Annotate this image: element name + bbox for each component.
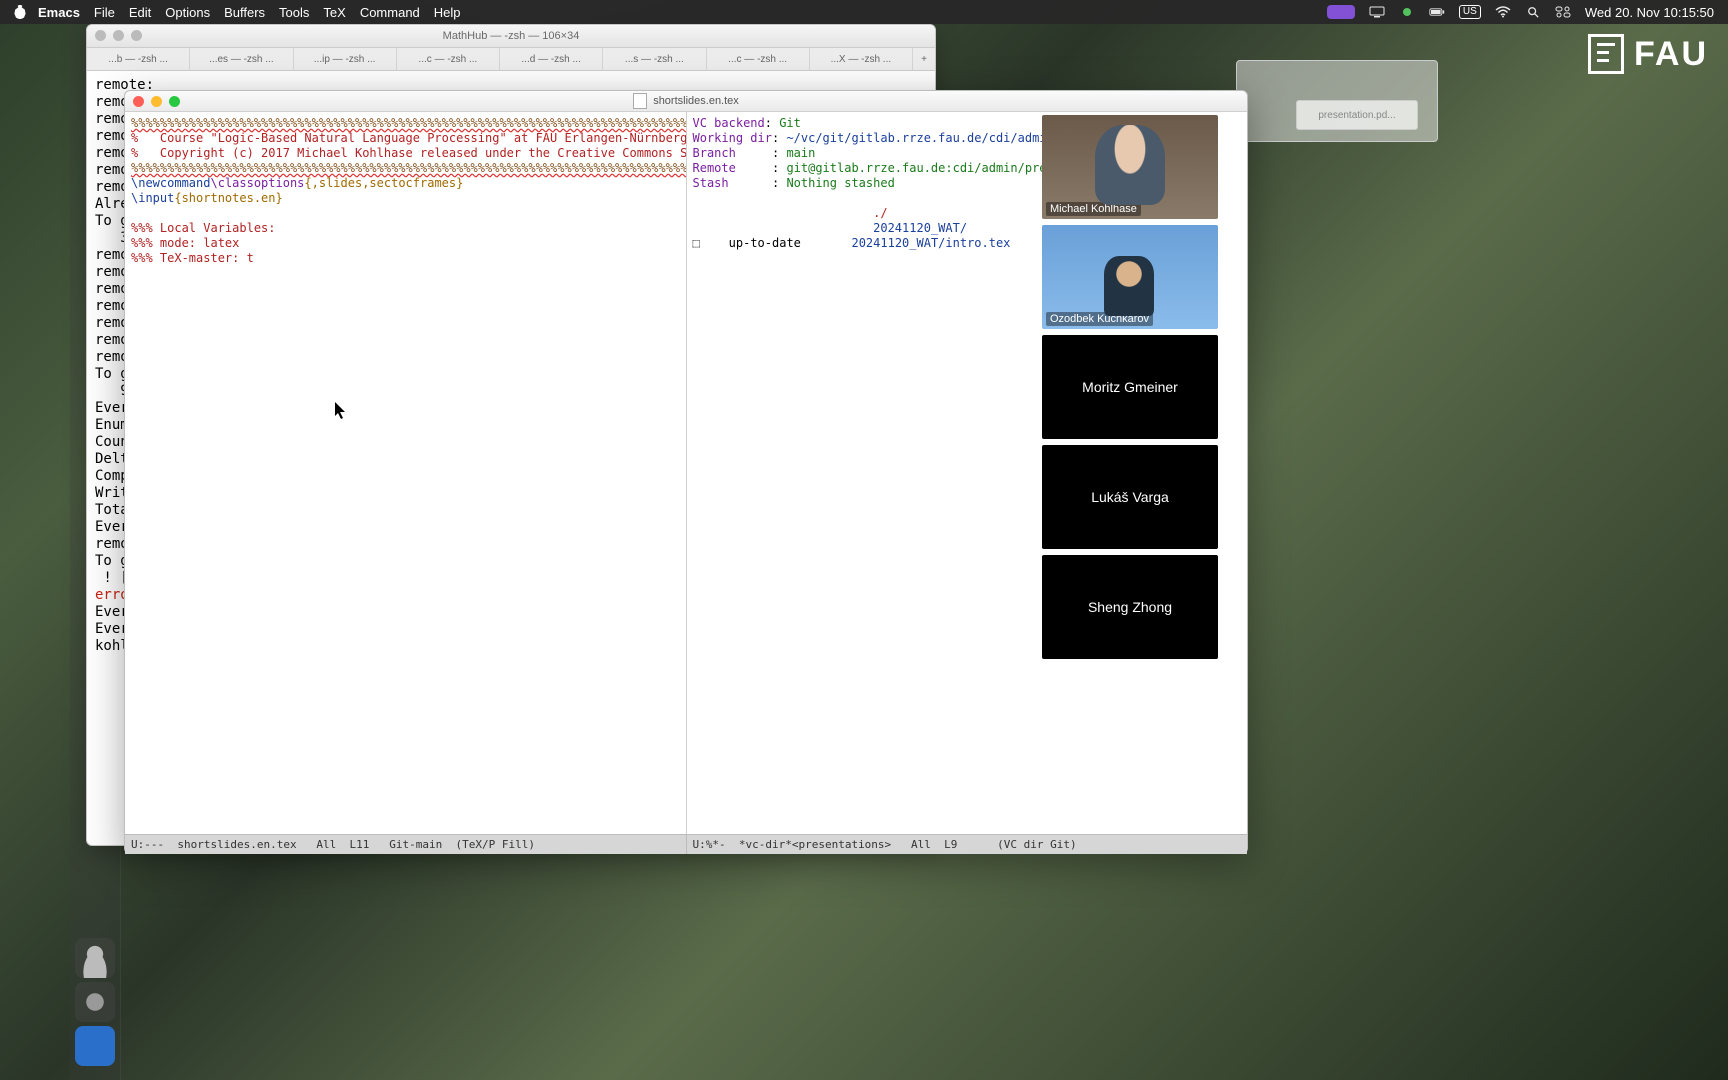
video-participants-panel[interactable]: Michael Kohlhase Ozodbek Kuchkarov Morit… <box>1042 115 1218 755</box>
participant-tile[interactable]: Michael Kohlhase <box>1042 115 1218 219</box>
dock-item-contacts[interactable] <box>75 938 115 978</box>
menu-edit[interactable]: Edit <box>129 5 151 20</box>
file-icon <box>633 93 647 109</box>
screenshare-indicator-icon[interactable] <box>1327 5 1355 19</box>
background-window-tab[interactable]: presentation.pd... <box>1296 100 1418 130</box>
modeline-left: U:--- shortslides.en.tex All L11 Git-mai… <box>125 835 687 854</box>
terminal-tab[interactable]: ...s — -zsh ... <box>603 48 706 70</box>
apple-menu-icon[interactable] <box>12 4 28 20</box>
menubar-clock[interactable]: Wed 20. Nov 10:15:50 <box>1585 5 1714 20</box>
zoom-icon[interactable] <box>131 30 142 41</box>
menu-help[interactable]: Help <box>434 5 461 20</box>
terminal-tab[interactable]: ...c — -zsh ... <box>397 48 500 70</box>
participant-name: Ozodbek Kuchkarov <box>1046 312 1153 326</box>
dock-item-settings[interactable] <box>75 982 115 1022</box>
terminal-titlebar[interactable]: MathHub — -zsh — 106×34 <box>87 25 935 48</box>
display-icon[interactable] <box>1369 6 1385 18</box>
latex-source[interactable]: %%%%%%%%%%%%%%%%%%%%%%%%%%%%%%%%%%%%%%%%… <box>125 112 686 270</box>
terminal-title: MathHub — -zsh — 106×34 <box>443 30 580 42</box>
macos-menubar: Emacs File Edit Options Buffers Tools Te… <box>0 0 1728 24</box>
menu-command[interactable]: Command <box>360 5 420 20</box>
terminal-tab[interactable]: ...c — -zsh ... <box>707 48 810 70</box>
terminal-tab[interactable]: ...ip — -zsh ... <box>294 48 397 70</box>
emacs-left-pane[interactable]: %%%%%%%%%%%%%%%%%%%%%%%%%%%%%%%%%%%%%%%%… <box>125 112 687 834</box>
input-source-badge[interactable]: US <box>1459 5 1481 19</box>
menu-buffers[interactable]: Buffers <box>224 5 265 20</box>
participant-name: Michael Kohlhase <box>1046 202 1141 216</box>
status-dot-icon[interactable] <box>1399 6 1415 18</box>
close-icon[interactable] <box>95 30 106 41</box>
close-icon[interactable] <box>133 96 144 107</box>
wifi-icon[interactable] <box>1495 6 1511 18</box>
participant-tile[interactable]: Lukáš Varga <box>1042 445 1218 549</box>
menu-file[interactable]: File <box>94 5 115 20</box>
emacs-titlebar[interactable]: shortslides.en.tex <box>125 91 1247 112</box>
participant-name: Lukáš Varga <box>1091 489 1169 505</box>
minimize-icon[interactable] <box>113 30 124 41</box>
emacs-title: shortslides.en.tex <box>653 95 739 107</box>
fau-logo: FAU <box>1588 34 1708 74</box>
battery-icon[interactable] <box>1429 6 1445 18</box>
terminal-tab[interactable]: ...X — -zsh ... <box>810 48 913 70</box>
modeline-right: U:%*- *vc-dir*<presentations> All L9 (VC… <box>687 835 1248 854</box>
participant-name: Sheng Zhong <box>1088 599 1172 615</box>
menu-tools[interactable]: Tools <box>279 5 309 20</box>
participant-name: Moritz Gmeiner <box>1082 379 1178 395</box>
participant-tile[interactable]: Sheng Zhong <box>1042 555 1218 659</box>
terminal-tab[interactable]: ...d — -zsh ... <box>500 48 603 70</box>
participant-tile[interactable]: Moritz Gmeiner <box>1042 335 1218 439</box>
terminal-tabstrip: ...b — -zsh ... ...es — -zsh ... ...ip —… <box>87 48 935 71</box>
spotlight-icon[interactable] <box>1525 6 1541 18</box>
zoom-icon[interactable] <box>169 96 180 107</box>
terminal-new-tab-button[interactable]: + <box>913 48 935 70</box>
control-center-icon[interactable] <box>1555 6 1571 18</box>
mouse-cursor-icon <box>335 402 347 420</box>
terminal-tab[interactable]: ...es — -zsh ... <box>190 48 293 70</box>
menubar-app-name[interactable]: Emacs <box>38 5 80 20</box>
dock-item-vscode[interactable] <box>75 1026 115 1066</box>
menu-tex[interactable]: TeX <box>323 5 345 20</box>
menu-options[interactable]: Options <box>165 5 210 20</box>
terminal-tab[interactable]: ...b — -zsh ... <box>87 48 190 70</box>
minimize-icon[interactable] <box>151 96 162 107</box>
emacs-modeline: U:--- shortslides.en.tex All L11 Git-mai… <box>125 834 1247 854</box>
participant-tile[interactable]: Ozodbek Kuchkarov <box>1042 225 1218 329</box>
